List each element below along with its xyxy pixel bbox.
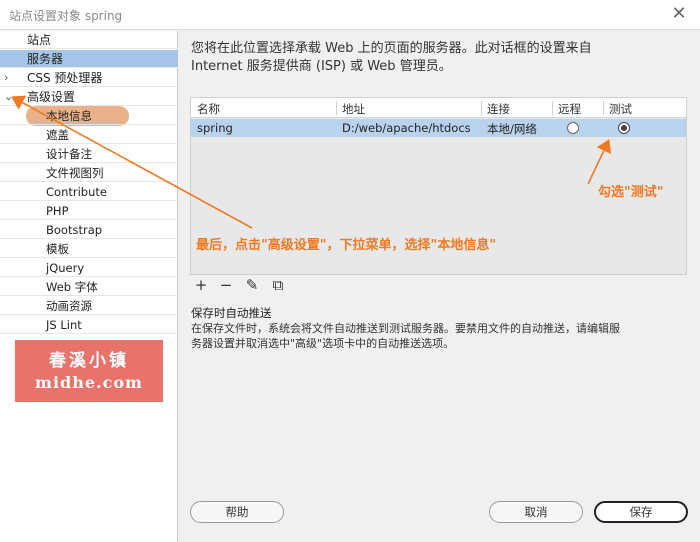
sidebar-item-label: 模板	[46, 242, 69, 256]
window-title: 站点设置对象 spring	[9, 9, 123, 23]
chevron-down-icon[interactable]: ⌄	[4, 88, 13, 106]
sidebar-item-bootstrap[interactable]: Bootstrap	[0, 221, 178, 239]
sidebar-item-label: jQuery	[46, 261, 85, 275]
sidebar-item-css-preprocessors[interactable]: › CSS 预处理器	[0, 69, 178, 87]
chevron-right-icon[interactable]: ›	[4, 69, 8, 87]
server-name-cell: spring	[197, 121, 233, 135]
add-server-button[interactable]: +	[192, 276, 210, 294]
duplicate-server-button[interactable]: ⧉	[269, 276, 287, 294]
remote-radio[interactable]	[567, 122, 579, 134]
sidebar-item-site[interactable]: 站点	[0, 31, 178, 49]
table-row[interactable]: spring D:/web/apache/htdocs 本地/网络	[191, 119, 686, 137]
annotation-advanced-hint: 最后，点击"高级设置"，下拉菜单，选择"本地信息"	[196, 238, 497, 253]
intro-line: 您将在此位置选择承载 Web 上的页面的服务器。此对话框的设置来自	[191, 41, 592, 56]
column-header-address[interactable]: 地址	[342, 101, 365, 117]
title-bar: 站点设置对象 spring ✕	[0, 0, 700, 30]
column-header-test[interactable]: 测试	[609, 101, 632, 117]
sidebar-item-label: JS Lint	[46, 318, 82, 332]
sidebar-item-contribute[interactable]: Contribute	[0, 183, 178, 201]
sidebar-item-servers[interactable]: 服务器	[0, 50, 178, 68]
cancel-button[interactable]: 取消	[489, 501, 583, 523]
sidebar-item-cloaking[interactable]: 遮盖	[0, 126, 178, 144]
sidebar-item-label: 设计备注	[46, 147, 92, 161]
description-line: 务器设置并取消选中"高级"选项卡中的自动推送选项。	[191, 337, 455, 350]
annotation-check-test: 勾选"测试"	[598, 185, 664, 200]
intro-line: Internet 服务提供商 (ISP) 或 Web 管理员。	[191, 59, 452, 74]
description-line: 在保存文件时，系统会将文件自动推送到测试服务器。要禁用文件的自动推送，请编辑服	[191, 322, 620, 335]
column-divider[interactable]	[603, 101, 604, 115]
sidebar-item-label: PHP	[46, 204, 69, 218]
close-icon[interactable]: ✕	[668, 3, 690, 25]
sidebar-item-file-view-columns[interactable]: 文件视图列	[0, 164, 178, 182]
sidebar-item-label: 服务器	[27, 52, 64, 66]
sidebar-item-design-notes[interactable]: 设计备注	[0, 145, 178, 163]
sidebar-item-advanced-settings[interactable]: ⌄ 高级设置	[0, 88, 178, 106]
category-sidebar: 站点 服务器 › CSS 预处理器 ⌄ 高级设置 本地信息 遮盖 设计备注 文件…	[0, 31, 178, 542]
remove-server-button[interactable]: −	[217, 276, 235, 294]
sidebar-item-label: Web 字体	[46, 280, 98, 294]
table-header: 名称 地址 连接 远程 测试	[191, 98, 686, 118]
column-divider[interactable]	[552, 101, 553, 115]
site-watermark: 春溪小镇 midhe.com	[15, 340, 163, 402]
intro-text: 您将在此位置选择承载 Web 上的页面的服务器。此对话框的设置来自 Intern…	[191, 40, 691, 76]
sidebar-item-label: 本地信息	[46, 109, 92, 123]
sidebar-item-label: CSS 预处理器	[27, 71, 103, 85]
sidebar-item-label: 遮盖	[46, 128, 69, 142]
column-divider[interactable]	[336, 101, 337, 115]
column-header-connection[interactable]: 连接	[487, 101, 510, 117]
save-button[interactable]: 保存	[594, 501, 688, 523]
column-header-remote[interactable]: 远程	[558, 101, 581, 117]
auto-push-description: 在保存文件时，系统会将文件自动推送到测试服务器。要禁用文件的自动推送，请编辑服 …	[191, 321, 696, 351]
sidebar-item-js-lint[interactable]: JS Lint	[0, 316, 178, 334]
sidebar-item-web-fonts[interactable]: Web 字体	[0, 278, 178, 296]
sidebar-item-local-info[interactable]: 本地信息	[0, 107, 178, 125]
sidebar-item-animation-assets[interactable]: 动画资源	[0, 297, 178, 315]
sidebar-item-label: Contribute	[46, 185, 107, 199]
sidebar-item-php[interactable]: PHP	[0, 202, 178, 220]
column-header-name[interactable]: 名称	[197, 101, 220, 117]
sidebar-item-label: Bootstrap	[46, 223, 103, 237]
sidebar-item-templates[interactable]: 模板	[0, 240, 178, 258]
watermark-text: 春溪小镇	[49, 351, 129, 371]
sidebar-item-label: 高级设置	[27, 90, 76, 104]
server-settings-panel: 您将在此位置选择承载 Web 上的页面的服务器。此对话框的设置来自 Intern…	[179, 31, 700, 542]
sidebar-item-label: 动画资源	[46, 299, 92, 313]
help-button[interactable]: 帮助	[190, 501, 284, 523]
sidebar-item-label: 站点	[27, 33, 52, 47]
auto-push-heading: 保存时自动推送	[191, 306, 272, 320]
sidebar-item-label: 文件视图列	[46, 166, 104, 180]
test-radio[interactable]	[618, 122, 630, 134]
server-connection-cell: 本地/网络	[487, 122, 537, 136]
watermark-domain: midhe.com	[35, 373, 143, 392]
sidebar-item-jquery[interactable]: jQuery	[0, 259, 178, 277]
edit-server-button[interactable]: ✎	[243, 276, 261, 294]
server-address-cell: D:/web/apache/htdocs	[342, 121, 471, 135]
server-toolbar: + − ✎ ⧉	[190, 276, 687, 294]
column-divider[interactable]	[481, 101, 482, 115]
